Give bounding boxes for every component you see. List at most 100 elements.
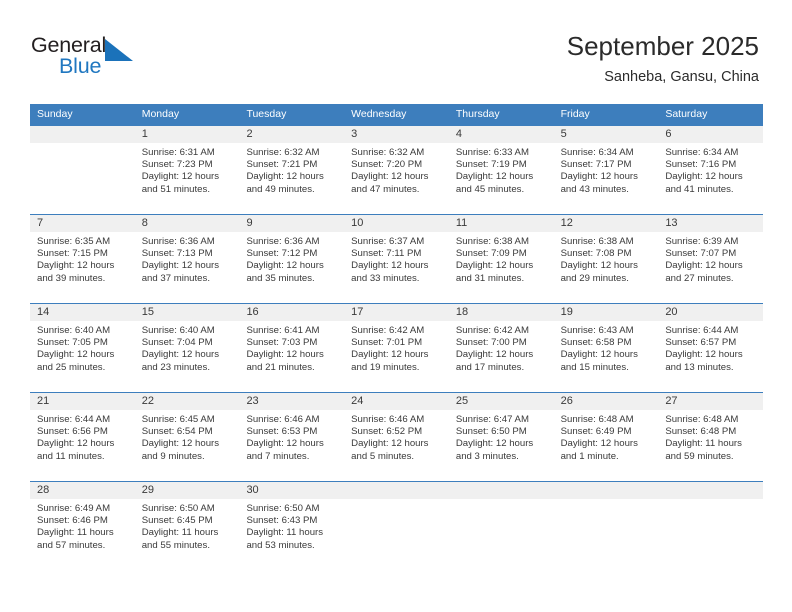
day-info: Sunrise: 6:45 AM Sunset: 6:54 PM Dayligh…: [135, 410, 240, 463]
daylight-text-2: and 59 minutes.: [665, 450, 734, 462]
dow-sunday: Sunday: [37, 108, 73, 120]
daylight-text-2: and 47 minutes.: [351, 183, 420, 195]
daylight-text: Daylight: 12 hours: [665, 171, 743, 183]
daylight-text-2: and 51 minutes.: [141, 183, 210, 195]
sunset-text: Sunset: 7:13 PM: [141, 248, 213, 260]
sunset-text: Sunset: 6:57 PM: [665, 337, 737, 349]
day-info: Sunrise: 6:46 AM Sunset: 6:52 PM Dayligh…: [344, 410, 449, 463]
triangle-flag-icon: [105, 39, 133, 61]
day-cell[interactable]: 1 Sunrise: 6:31 AM Sunset: 7:23 PM Dayli…: [134, 126, 240, 214]
sunrise-text: Sunrise: 6:42 AM: [455, 325, 529, 336]
general-blue-logo[interactable]: General Blue: [31, 33, 151, 81]
daylight-text: Daylight: 12 hours: [37, 260, 115, 272]
day-cell[interactable]: 23 Sunrise: 6:46 AM Sunset: 6:53 PM Dayl…: [239, 393, 345, 481]
day-cell[interactable]: 6 Sunrise: 6:34 AM Sunset: 7:16 PM Dayli…: [658, 126, 764, 214]
daylight-text-2: and 7 minutes.: [246, 450, 310, 462]
daylight-text: Daylight: 12 hours: [351, 349, 429, 361]
calendar-week-row: 28 Sunrise: 6:49 AM Sunset: 6:46 PM Dayl…: [30, 481, 764, 570]
day-cell[interactable]: 11 Sunrise: 6:38 AM Sunset: 7:09 PM Dayl…: [448, 215, 554, 303]
sunrise-text: Sunrise: 6:48 AM: [560, 414, 634, 425]
daylight-text: Daylight: 12 hours: [560, 349, 638, 361]
daylight-text-2: and 1 minute.: [560, 450, 619, 462]
day-number: 12: [553, 215, 659, 232]
day-cell[interactable]: 22 Sunrise: 6:45 AM Sunset: 6:54 PM Dayl…: [134, 393, 240, 481]
daylight-text: Daylight: 12 hours: [246, 438, 324, 450]
sunrise-text: Sunrise: 6:50 AM: [141, 503, 215, 514]
day-info: Sunrise: 6:32 AM Sunset: 7:20 PM Dayligh…: [344, 143, 449, 196]
day-cell[interactable]: 18 Sunrise: 6:42 AM Sunset: 7:00 PM Dayl…: [448, 304, 554, 392]
daylight-text: Daylight: 12 hours: [560, 438, 638, 450]
sunrise-text: Sunrise: 6:37 AM: [351, 236, 425, 247]
sunrise-text: Sunrise: 6:38 AM: [455, 236, 529, 247]
day-cell[interactable]: 25 Sunrise: 6:47 AM Sunset: 6:50 PM Dayl…: [448, 393, 554, 481]
dow-wednesday: Wednesday: [351, 108, 407, 120]
daylight-text-2: and 39 minutes.: [37, 272, 106, 284]
sunrise-text: Sunrise: 6:42 AM: [351, 325, 425, 336]
sunrise-text: Sunrise: 6:31 AM: [141, 147, 215, 158]
day-number: 8: [134, 215, 240, 232]
day-info: Sunrise: 6:34 AM Sunset: 7:16 PM Dayligh…: [658, 143, 763, 196]
day-cell[interactable]: 9 Sunrise: 6:36 AM Sunset: 7:12 PM Dayli…: [239, 215, 345, 303]
day-number: 28: [30, 482, 135, 499]
sunset-text: Sunset: 7:19 PM: [455, 159, 527, 171]
day-info: [344, 499, 449, 503]
day-cell[interactable]: 30 Sunrise: 6:50 AM Sunset: 6:43 PM Dayl…: [239, 482, 345, 570]
daylight-text-2: and 11 minutes.: [37, 450, 105, 462]
day-cell[interactable]: 8 Sunrise: 6:36 AM Sunset: 7:13 PM Dayli…: [134, 215, 240, 303]
daylight-text: Daylight: 12 hours: [665, 260, 743, 272]
daylight-text: Daylight: 12 hours: [141, 260, 220, 272]
daylight-text-2: and 45 minutes.: [455, 183, 525, 195]
day-cell[interactable]: 24 Sunrise: 6:46 AM Sunset: 6:52 PM Dayl…: [344, 393, 449, 481]
daylight-text-2: and 55 minutes.: [141, 539, 210, 551]
day-cell[interactable]: 15 Sunrise: 6:40 AM Sunset: 7:04 PM Dayl…: [134, 304, 240, 392]
sunset-text: Sunset: 7:09 PM: [455, 248, 527, 260]
sunset-text: Sunset: 6:45 PM: [141, 515, 213, 527]
day-cell[interactable]: 3 Sunrise: 6:32 AM Sunset: 7:20 PM Dayli…: [344, 126, 449, 214]
day-number: 10: [344, 215, 449, 232]
day-info: [449, 499, 554, 503]
day-cell[interactable]: 16 Sunrise: 6:41 AM Sunset: 7:03 PM Dayl…: [239, 304, 345, 392]
dow-tuesday: Tuesday: [246, 108, 287, 120]
day-number: 18: [448, 304, 554, 321]
day-cell[interactable]: 5 Sunrise: 6:34 AM Sunset: 7:17 PM Dayli…: [553, 126, 659, 214]
day-cell[interactable]: 13 Sunrise: 6:39 AM Sunset: 7:07 PM Dayl…: [658, 215, 764, 303]
day-cell[interactable]: 2 Sunrise: 6:32 AM Sunset: 7:21 PM Dayli…: [239, 126, 345, 214]
daylight-text-2: and 57 minutes.: [37, 539, 106, 551]
day-cell[interactable]: 17 Sunrise: 6:42 AM Sunset: 7:01 PM Dayl…: [344, 304, 449, 392]
daylight-text: Daylight: 12 hours: [455, 349, 534, 361]
day-cell[interactable]: 20 Sunrise: 6:44 AM Sunset: 6:57 PM Dayl…: [658, 304, 764, 392]
day-info: Sunrise: 6:46 AM Sunset: 6:53 PM Dayligh…: [239, 410, 344, 463]
day-cell[interactable]: 28 Sunrise: 6:49 AM Sunset: 6:46 PM Dayl…: [30, 482, 135, 570]
day-cell[interactable]: 7 Sunrise: 6:35 AM Sunset: 7:15 PM Dayli…: [30, 215, 135, 303]
day-cell[interactable]: 26 Sunrise: 6:48 AM Sunset: 6:49 PM Dayl…: [553, 393, 659, 481]
day-info: [554, 499, 659, 503]
sunrise-text: Sunrise: 6:48 AM: [665, 414, 739, 425]
sunset-text: Sunset: 6:46 PM: [37, 515, 108, 527]
day-cell[interactable]: 19 Sunrise: 6:43 AM Sunset: 6:58 PM Dayl…: [553, 304, 659, 392]
daylight-text: Daylight: 11 hours: [37, 527, 114, 539]
day-info: Sunrise: 6:36 AM Sunset: 7:12 PM Dayligh…: [239, 232, 344, 285]
daylight-text-2: and 27 minutes.: [665, 272, 734, 284]
day-info: Sunrise: 6:31 AM Sunset: 7:23 PM Dayligh…: [135, 143, 240, 196]
daylight-text: Daylight: 12 hours: [37, 438, 115, 450]
calendar-week-row: 1 Sunrise: 6:31 AM Sunset: 7:23 PM Dayli…: [30, 125, 764, 214]
sunset-text: Sunset: 6:49 PM: [560, 426, 632, 438]
day-cell[interactable]: 21 Sunrise: 6:44 AM Sunset: 6:56 PM Dayl…: [30, 393, 135, 481]
day-number: 27: [658, 393, 764, 410]
daylight-text-2: and 13 minutes.: [665, 361, 734, 373]
sunset-text: Sunset: 7:04 PM: [141, 337, 213, 349]
day-info: Sunrise: 6:43 AM Sunset: 6:58 PM Dayligh…: [554, 321, 659, 374]
day-cell[interactable]: 12 Sunrise: 6:38 AM Sunset: 7:08 PM Dayl…: [553, 215, 659, 303]
day-info: Sunrise: 6:33 AM Sunset: 7:19 PM Dayligh…: [449, 143, 554, 196]
day-cell[interactable]: 4 Sunrise: 6:33 AM Sunset: 7:19 PM Dayli…: [448, 126, 554, 214]
daylight-text: Daylight: 11 hours: [246, 527, 324, 539]
day-number: 26: [553, 393, 659, 410]
sunrise-text: Sunrise: 6:36 AM: [246, 236, 320, 247]
day-cell[interactable]: 27 Sunrise: 6:48 AM Sunset: 6:48 PM Dayl…: [658, 393, 764, 481]
day-cell[interactable]: 29 Sunrise: 6:50 AM Sunset: 6:45 PM Dayl…: [134, 482, 240, 570]
day-cell[interactable]: 10 Sunrise: 6:37 AM Sunset: 7:11 PM Dayl…: [344, 215, 449, 303]
day-cell[interactable]: 14 Sunrise: 6:40 AM Sunset: 7:05 PM Dayl…: [30, 304, 135, 392]
sunset-text: Sunset: 7:01 PM: [351, 337, 423, 349]
day-info: Sunrise: 6:49 AM Sunset: 6:46 PM Dayligh…: [30, 499, 135, 552]
day-number: 6: [658, 126, 764, 143]
